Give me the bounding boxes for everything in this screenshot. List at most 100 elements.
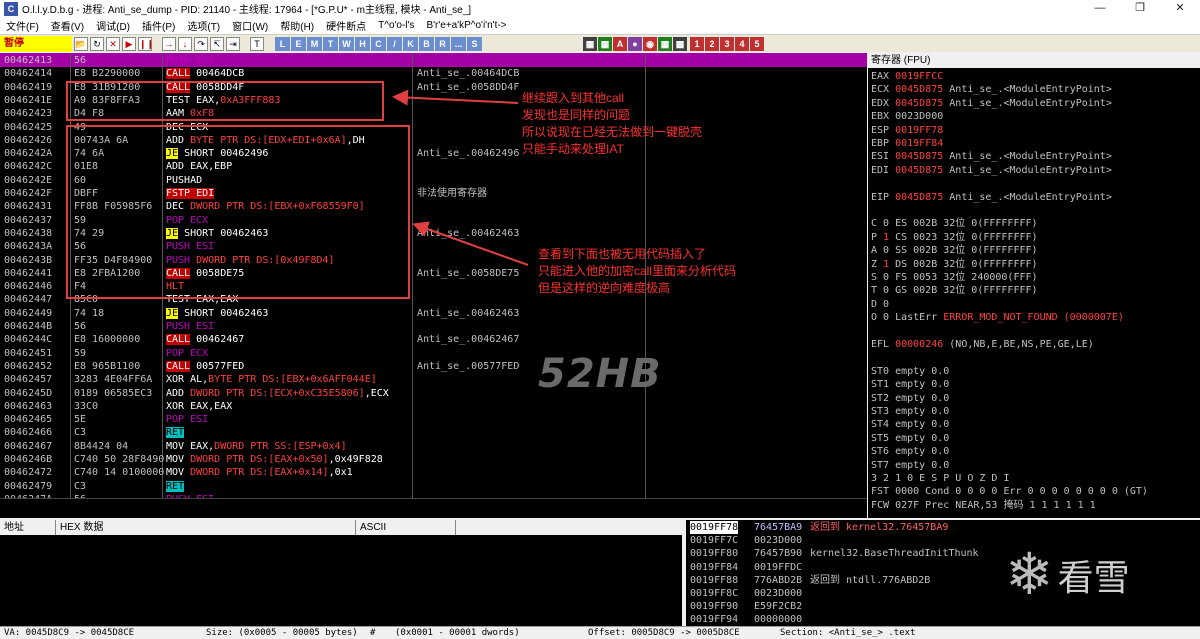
stack-value: 0019FFDC xyxy=(754,561,803,573)
register-token: ST0 empty 0.0 xyxy=(871,365,950,377)
register-token: ERROR_MOD_NOT_FOUND (0000007E) xyxy=(943,312,1124,324)
restart-icon[interactable]: ↻ xyxy=(90,36,104,51)
register-line[interactable]: FCW 027F Prec NEAR,53 掩码 1 1 1 1 1 1 xyxy=(871,499,1096,512)
register-token: D 0 xyxy=(871,298,890,310)
register-line[interactable]: EDI 0045D875 Anti_se_.<ModuleEntryPoint> xyxy=(871,164,1112,177)
register-line[interactable]: ST7 empty 0.0 xyxy=(871,459,949,472)
register-line[interactable]: ST5 empty 0.0 xyxy=(871,432,949,445)
dump-col-address[interactable]: 地址 xyxy=(0,520,56,535)
window-button[interactable]: B xyxy=(419,36,434,51)
register-token: 0019FF84 xyxy=(895,138,944,149)
close-icon[interactable]: ✕ xyxy=(1160,0,1200,17)
register-line[interactable]: EDX 0045D875 Anti_se_.<ModuleEntryPoint> xyxy=(871,97,1112,110)
menu-item[interactable]: 调试(D) xyxy=(90,18,136,33)
plugin-number-button[interactable]: 1 xyxy=(690,36,704,51)
register-line[interactable]: FST 0000 Cond 0 0 0 0 Err 0 0 0 0 0 0 0 … xyxy=(871,485,1148,498)
window-button[interactable]: S xyxy=(467,36,482,51)
menu-item[interactable]: 硬件断点 xyxy=(320,18,372,33)
registers-pane[interactable]: 寄存器 (FPU) EAX 0019FFCC ECX 0045D875 Anti_… xyxy=(868,53,1200,518)
register-line[interactable]: C 0 ES 002B 32位 0(FFFFFFFF) xyxy=(871,217,1038,230)
plugin-number-buttons: 12345 xyxy=(689,36,764,51)
plugin-icon[interactable]: ▩ xyxy=(673,36,687,51)
window-button[interactable]: K xyxy=(403,36,418,51)
trace-over-icon[interactable]: ↸ xyxy=(210,36,224,51)
minimize-icon[interactable]: — xyxy=(1080,0,1120,17)
register-line[interactable]: ST6 empty 0.0 xyxy=(871,445,949,458)
stack-row[interactable]: 0019FF94 00000000 xyxy=(686,613,1200,626)
register-line[interactable]: ST3 empty 0.0 xyxy=(871,405,949,418)
register-line[interactable]: ESI 0045D875 Anti_se_.<ModuleEntryPoint> xyxy=(871,150,1112,163)
register-line[interactable]: Z 1 DS 002B 32位 0(FFFFFFFF) xyxy=(871,258,1038,271)
stack-row[interactable]: 0019FF78 76457BA9 返回到 kernel32.76457BA9 xyxy=(686,521,1200,534)
disassembly-pane[interactable]: 00462413 56 PUSH ESI 00462414 E8 B2290000 CAL… xyxy=(0,53,867,498)
plugin-number-button[interactable]: 2 xyxy=(705,36,719,51)
register-line[interactable]: P 1 CS 0023 32位 0(FFFFFFFF) xyxy=(871,231,1038,244)
arrow-line xyxy=(412,221,529,266)
window-button[interactable]: T xyxy=(323,36,338,51)
step-over-icon[interactable]: ↓ xyxy=(178,36,192,51)
plugin-icon[interactable]: ▦ xyxy=(658,36,672,51)
register-line[interactable]: A 0 SS 002B 32位 0(FFFFFFFF) xyxy=(871,244,1038,257)
register-line[interactable]: EFL 00000246 (NO,NB,E,BE,NS,PE,GE,LE) xyxy=(871,338,1094,351)
menu-item[interactable]: 插件(P) xyxy=(136,18,181,33)
menu-item[interactable]: 窗口(W) xyxy=(226,18,274,33)
dump-col-ascii[interactable]: ASCII xyxy=(356,520,456,535)
open-icon[interactable]: 📂 xyxy=(74,36,88,51)
plugin-icon[interactable]: ▦ xyxy=(598,36,612,51)
dump-col-hex[interactable]: HEX 数据 xyxy=(56,520,356,535)
memory-dump-pane[interactable]: 地址 HEX 数据 ASCII xyxy=(0,520,682,626)
plugin-number-button[interactable]: 3 xyxy=(720,36,734,51)
register-line[interactable]: EAX 0019FFCC xyxy=(871,70,943,83)
register-line[interactable]: T 0 GS 002B 32位 0(FFFFFFFF) xyxy=(871,284,1038,297)
window-button[interactable]: R xyxy=(435,36,450,51)
register-line[interactable]: ECX 0045D875 Anti_se_.<ModuleEntryPoint> xyxy=(871,83,1112,96)
register-line[interactable]: O 0 LastErr ERROR_MOD_NOT_FOUND (0000007… xyxy=(871,311,1124,324)
register-line[interactable]: S 0 FS 0053 32位 240000(FFF) xyxy=(871,271,1038,284)
register-token: 0045D875 xyxy=(895,151,944,163)
plugin-icon[interactable]: A xyxy=(613,36,627,51)
close-program-icon[interactable]: ✕ xyxy=(106,36,120,51)
register-line[interactable]: EIP 0045D875 Anti_se_.<ModuleEntryPoint> xyxy=(871,191,1112,204)
register-line[interactable]: 3 2 1 0 E S P U O Z D I xyxy=(871,472,1009,485)
step-into-icon[interactable]: → xyxy=(162,36,176,51)
horizontal-scrollbar[interactable] xyxy=(0,498,867,518)
register-token: 3 2 1 0 E S P U O Z D I xyxy=(871,473,1010,484)
menu-item[interactable]: T^o'o-l's xyxy=(372,20,420,31)
stack-value: 76457B90 xyxy=(754,548,803,560)
register-line[interactable]: ST0 empty 0.0 xyxy=(871,365,949,378)
register-token: Anti_se_.<ModuleEntryPoint> xyxy=(943,151,1112,163)
register-line[interactable]: ESP 0019FF78 xyxy=(871,124,943,137)
window-button[interactable]: L xyxy=(275,36,290,51)
plugin-number-button[interactable]: 5 xyxy=(750,36,764,51)
plugin-icon[interactable]: ● xyxy=(628,36,642,51)
status-hash: # xyxy=(370,628,376,638)
window-button[interactable]: W xyxy=(339,36,354,51)
register-line[interactable]: EBP 0019FF84 xyxy=(871,137,943,150)
plugin-icon[interactable]: ▦ xyxy=(583,36,597,51)
plugin-number-button[interactable]: 4 xyxy=(735,36,749,51)
goto-icon[interactable]: T xyxy=(250,36,264,51)
trace-into-icon[interactable]: ↷ xyxy=(194,36,208,51)
register-line[interactable]: ST1 empty 0.0 xyxy=(871,378,949,391)
restore-icon[interactable]: ❐ xyxy=(1120,0,1160,17)
register-line[interactable]: D 0 xyxy=(871,298,889,311)
register-token: ST1 empty 0.0 xyxy=(871,379,950,391)
window-button[interactable]: H xyxy=(355,36,370,51)
window-button[interactable]: M xyxy=(307,36,322,51)
register-line[interactable]: EBX 0023D000 xyxy=(871,110,943,123)
window-button[interactable]: C xyxy=(371,36,386,51)
menu-item[interactable]: 文件(F) xyxy=(0,18,45,33)
run-icon[interactable]: ▶ xyxy=(122,36,136,51)
window-button[interactable]: / xyxy=(387,36,402,51)
window-button[interactable]: E xyxy=(291,36,306,51)
window-button[interactable]: ... xyxy=(451,36,466,51)
menu-item[interactable]: 查看(V) xyxy=(45,18,90,33)
menu-item[interactable]: 帮助(H) xyxy=(274,18,320,33)
plugin-icon[interactable]: ◉ xyxy=(643,36,657,51)
register-line[interactable]: ST2 empty 0.0 xyxy=(871,392,949,405)
menu-item[interactable]: 选项(T) xyxy=(181,18,226,33)
menu-item[interactable]: B'r'e+a'kP^o'i'n't-> xyxy=(420,20,512,31)
execute-till-return-icon[interactable]: ⇥ xyxy=(226,36,240,51)
pause-icon[interactable]: ❙❙ xyxy=(138,36,154,51)
register-line[interactable]: ST4 empty 0.0 xyxy=(871,418,949,431)
